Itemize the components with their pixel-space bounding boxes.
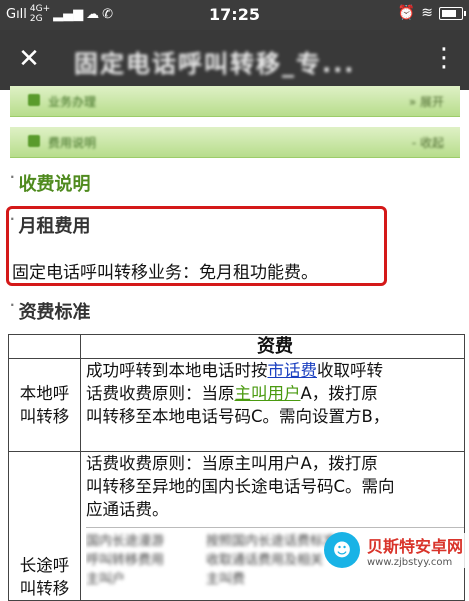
local-desc-cell: 成功呼转到本地电话时按市话费收取呼转 话费收费原则：当原主叫用户A，拨打原 叫转…: [80, 358, 465, 452]
collapse-link[interactable]: - 收起: [412, 134, 444, 151]
calling-user-link[interactable]: 主叫用户: [235, 384, 301, 403]
android-logo-icon: ☻: [323, 532, 360, 568]
table-header-row: 资费: [8, 334, 465, 359]
menu-row-business[interactable]: 业务办理 » 展开: [10, 86, 460, 117]
more-menu-icon[interactable]: ⋮: [431, 42, 457, 74]
page-title: 固定电话呼叫转移_专...: [74, 50, 356, 78]
leaf-icon: [28, 94, 40, 106]
section-monthly-fee: · 月租费用: [10, 212, 91, 237]
table-row: 长途呼 叫转移 话费收费原则：当原主叫用户A，拨打原 叫转移至异地的国内长途电话…: [8, 451, 465, 601]
section-tariff: · 资费标准: [10, 298, 91, 323]
alarm-icon: ⏰: [397, 5, 416, 21]
row-label-long: 长途呼 叫转移: [8, 451, 81, 601]
close-icon[interactable]: ✕: [14, 44, 44, 74]
bullet-icon: ·: [10, 170, 15, 184]
battery-icon: [439, 6, 466, 20]
bullet-icon: ·: [10, 298, 15, 312]
watermark: ☻ 贝斯特安卓网 www.zjbstyy.com: [323, 532, 465, 568]
wifi-icon: ≋: [421, 5, 433, 21]
long-desc-cell: 话费收费原则：当原主叫用户A，拨打原 叫转移至异地的国内长途电话号码C。需向 应…: [80, 451, 465, 601]
title-bar: ✕ 固定电话呼叫转移_专... ⋮: [0, 30, 469, 90]
table-header: 资费: [80, 334, 465, 359]
bullet-icon: ·: [10, 212, 15, 226]
status-icons: ⏰ ≋: [397, 5, 466, 21]
monthly-fee-text: 固定电话呼叫转移业务：免月租功能费。: [12, 263, 318, 283]
section-fee-desc: · 收费说明: [10, 170, 91, 195]
status-bar: Gıll 4G+ 2G ▂▄▆ ☁ ✆ 17:25 ⏰ ≋: [0, 0, 469, 30]
expand-link[interactable]: » 展开: [409, 93, 444, 110]
menu-row-fees[interactable]: 费用说明 - 收起: [10, 127, 460, 158]
local-call-fee-link[interactable]: 市话费: [268, 361, 318, 380]
table-row: 本地呼 叫转移 成功呼转到本地电话时按市话费收取呼转 话费收费原则：当原主叫用户…: [8, 358, 465, 452]
row-label-local: 本地呼 叫转移: [8, 358, 81, 452]
leaf-icon: [28, 135, 40, 147]
